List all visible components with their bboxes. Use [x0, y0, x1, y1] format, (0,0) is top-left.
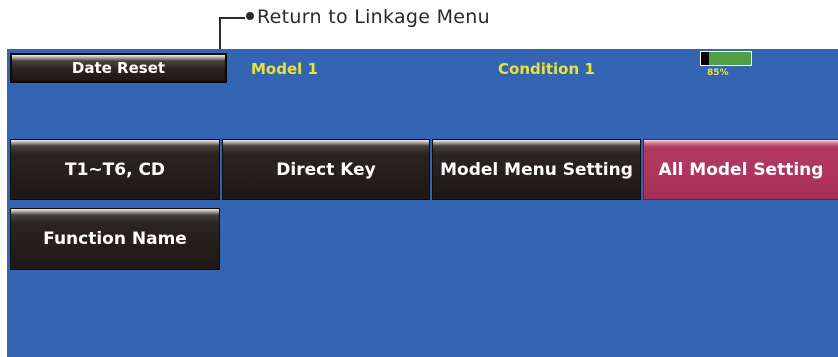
model-menu-setting-button[interactable]: Model Menu Setting: [432, 139, 641, 200]
annotation-callout: Return to Linkage Menu: [246, 6, 490, 28]
bullet-icon: [246, 12, 254, 20]
t1-t6-cd-button[interactable]: T1~T6, CD: [10, 139, 220, 200]
transmitter-screen: Date Reset Model 1 Condition 1 85% T1~T6…: [7, 49, 838, 357]
all-model-setting-button[interactable]: All Model Setting: [643, 139, 838, 200]
condition-label: Condition 1: [498, 60, 595, 78]
direct-key-button[interactable]: Direct Key: [222, 139, 430, 200]
annotation-label: Return to Linkage Menu: [257, 6, 490, 28]
function-name-button[interactable]: Function Name: [10, 208, 220, 270]
date-reset-button[interactable]: Date Reset: [10, 53, 227, 83]
model-name: Model 1: [251, 60, 318, 78]
battery-icon: [700, 51, 752, 66]
battery-percent: 85%: [707, 68, 729, 78]
battery-empty-portion: [701, 52, 709, 65]
